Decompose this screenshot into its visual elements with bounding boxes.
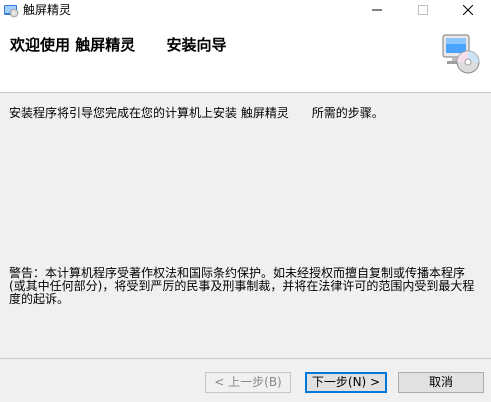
cancel-button[interactable]: 取消 <box>398 372 484 393</box>
maximize-icon <box>418 4 428 18</box>
back-button: < 上一步(B) <box>205 372 291 393</box>
banner-title: 欢迎使用 触屏精灵 安装向导 <box>10 36 227 54</box>
minimize-button[interactable] <box>354 0 400 21</box>
minimize-icon <box>372 4 382 18</box>
close-button[interactable] <box>445 0 491 21</box>
next-button[interactable]: 下一步(N) > <box>305 372 387 393</box>
cd-install-icon <box>441 31 481 75</box>
installer-app-icon <box>3 2 19 18</box>
maximize-button <box>400 0 446 21</box>
window-title: 触屏精灵 <box>23 3 72 17</box>
title-bar[interactable]: 触屏精灵 <box>0 0 491 21</box>
wizard-banner: 欢迎使用 触屏精灵 安装向导 <box>0 21 491 93</box>
installer-window: 触屏精灵 欢迎使用 触屏精灵 安装向导 安装程序将引导您完成在您的计算机上安装 … <box>0 0 491 402</box>
close-icon <box>462 4 474 18</box>
button-divider <box>0 358 491 359</box>
copyright-warning: 警告：本计算机程序受著作权法和国际条约保护。如未经授权而擅自复制或传播本程序(或… <box>9 266 475 306</box>
intro-text: 安装程序将引导您完成在您的计算机上安装 触屏精灵 所需的步骤。 <box>9 106 384 120</box>
